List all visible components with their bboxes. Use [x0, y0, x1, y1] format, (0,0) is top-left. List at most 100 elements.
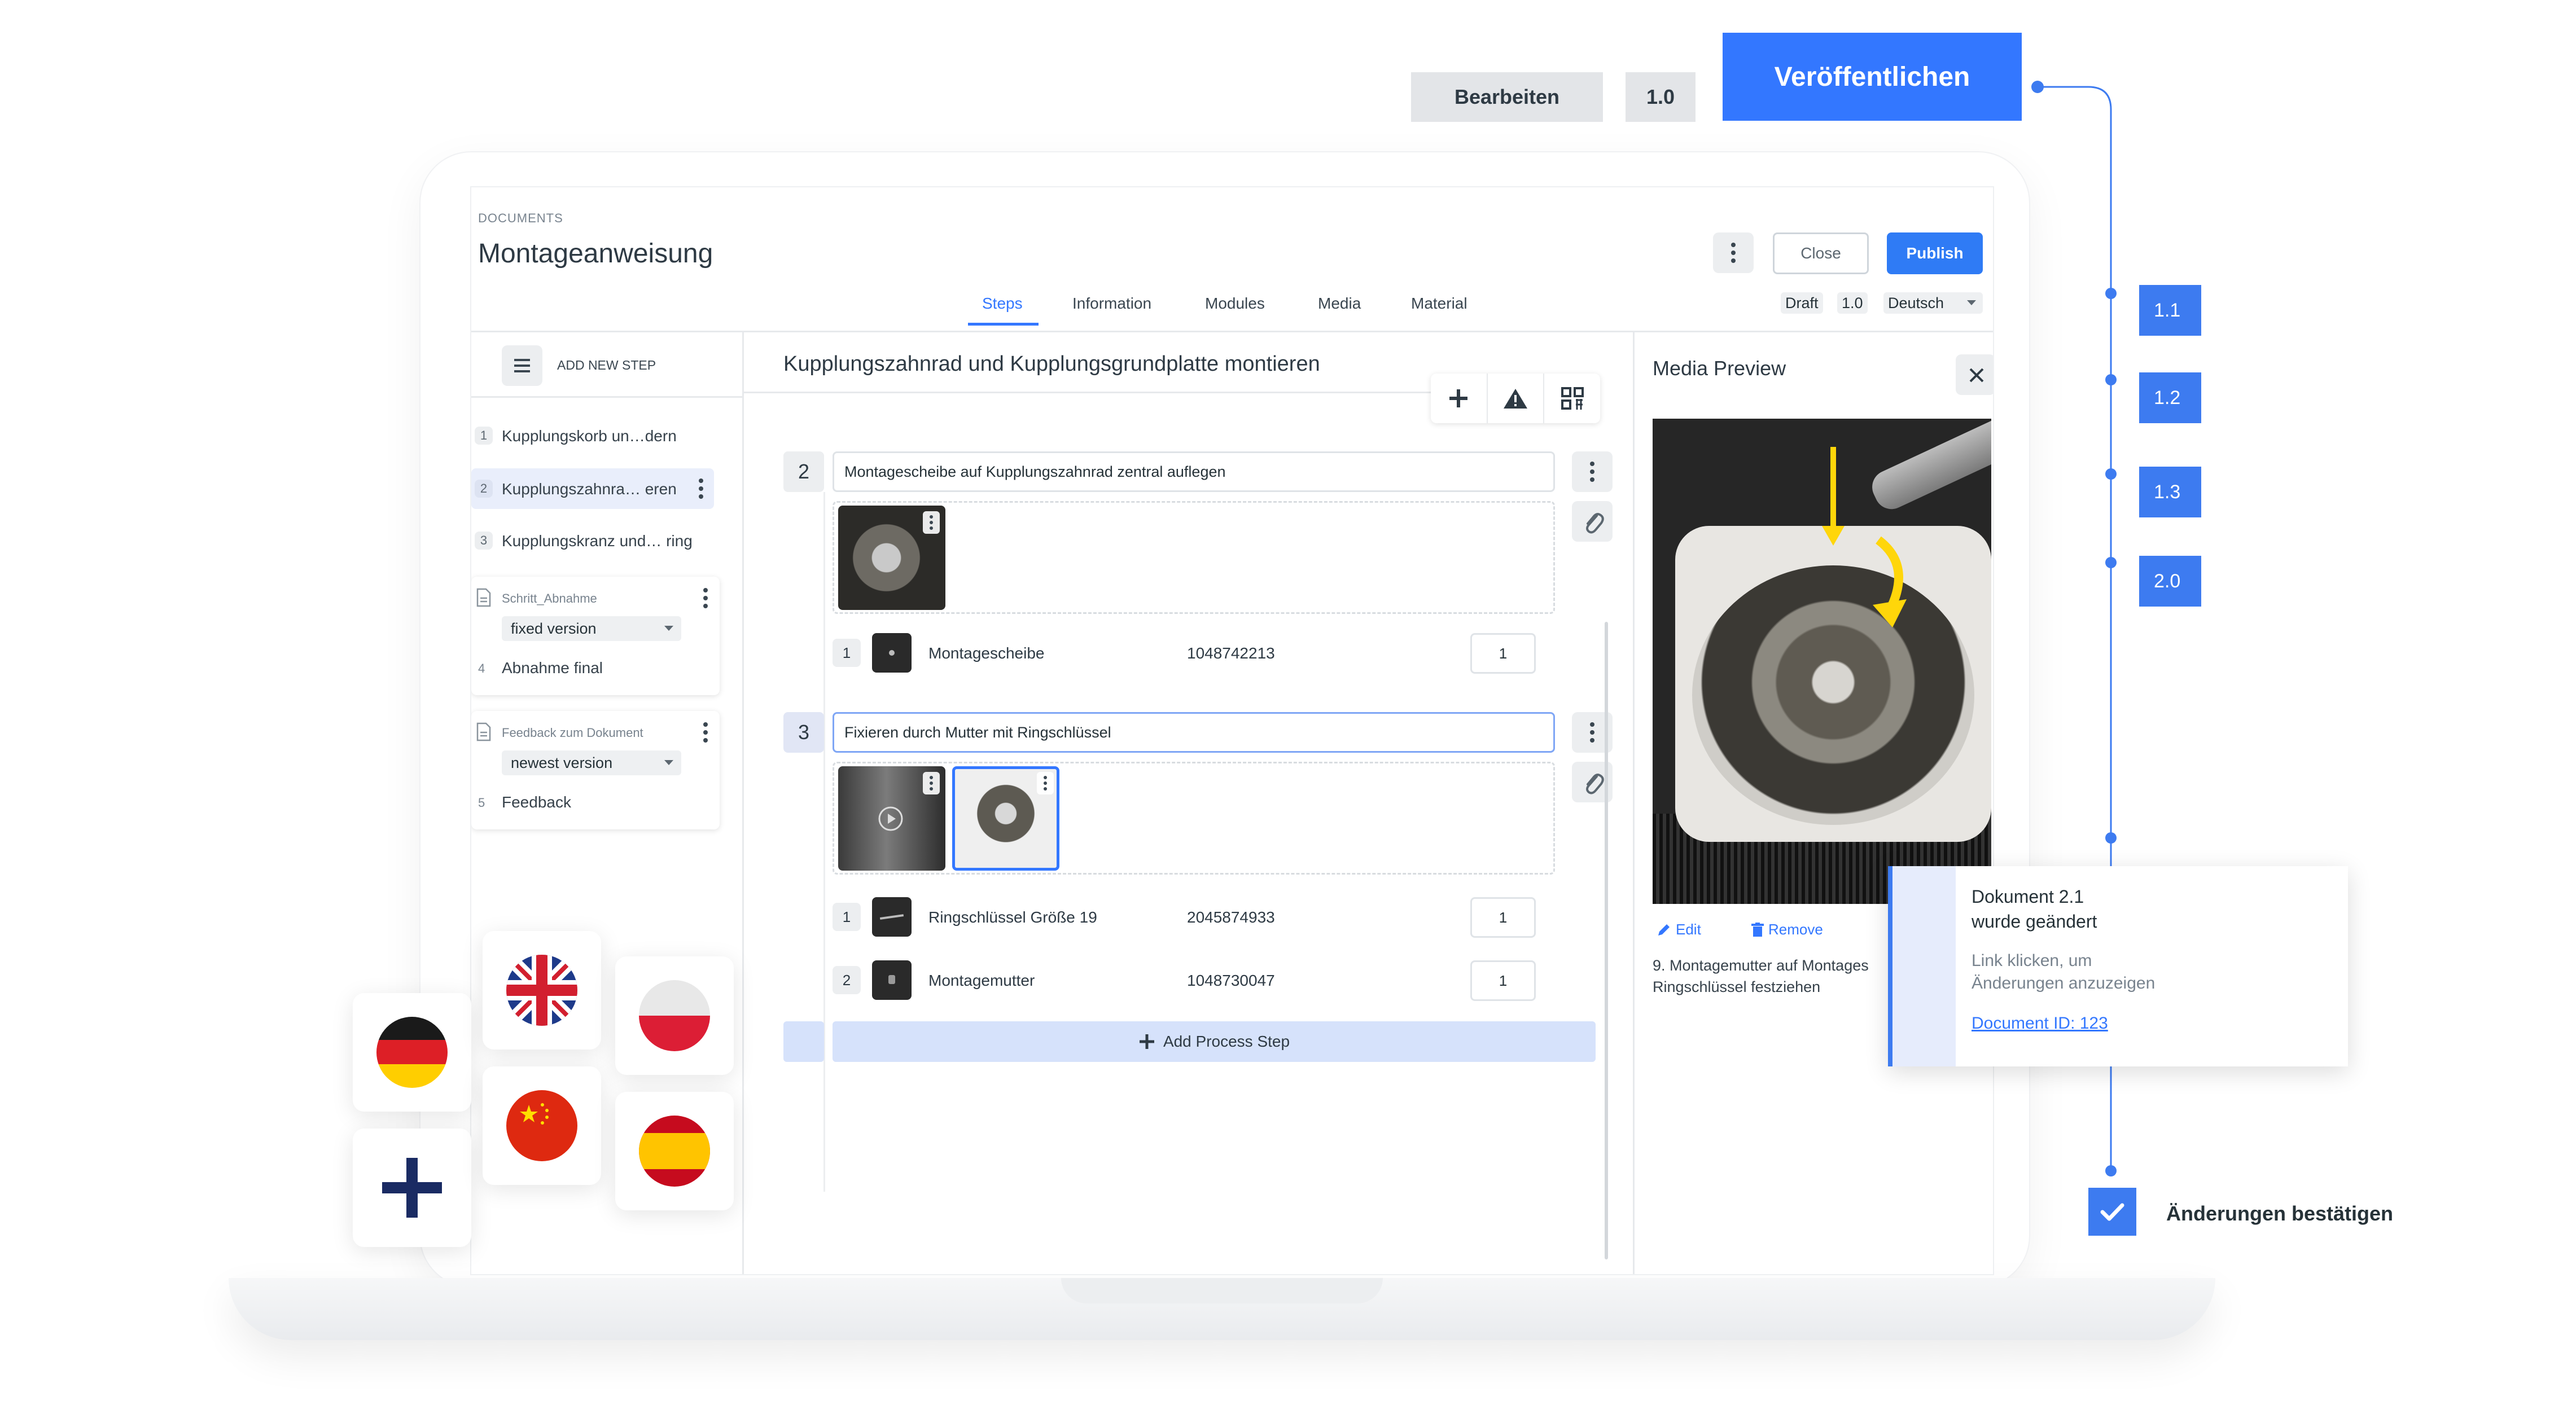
sidebar-top-divider — [471, 396, 742, 398]
media-panel-divider — [1633, 331, 1635, 1274]
sidebar-step-1[interactable]: 1 Kupplungskorb un…dern — [471, 419, 737, 453]
media-thumbnail-selected[interactable] — [952, 766, 1059, 871]
module-2-version-select[interactable]: newest version — [502, 750, 681, 775]
material-row[interactable]: 2 Montagemutter 1048730047 1 — [833, 949, 1555, 1006]
process-step-number: 3 — [783, 712, 824, 753]
arrow-overlay — [1822, 447, 1907, 627]
add-process-step-button[interactable]: Add Process Step — [833, 1021, 1596, 1062]
polish-flag-icon — [639, 980, 710, 1051]
step-title: Kupplungszahnrad und Kupplungsgrundplatt… — [783, 352, 1320, 376]
tab-steps[interactable]: Steps — [982, 295, 1023, 313]
steps-connector — [823, 492, 825, 1192]
process-step-number: 2 — [783, 451, 824, 492]
tab-material[interactable]: Material — [1411, 295, 1467, 313]
add-language-button[interactable] — [353, 1129, 471, 1247]
confirm-checkbox[interactable] — [2088, 1188, 2136, 1236]
breadcrumb[interactable]: DOCUMENTS — [478, 211, 563, 226]
version-2-0[interactable]: 2.0 — [2139, 556, 2201, 607]
quantity-input[interactable]: 1 — [1470, 633, 1536, 674]
header-divider — [471, 331, 1993, 332]
media-thumbnail[interactable] — [838, 506, 945, 610]
preview-image — [1653, 419, 1991, 904]
qr-code-icon[interactable] — [1544, 374, 1600, 423]
module-card-2[interactable]: Feedback zum Dokument newest version 5 F… — [471, 711, 720, 829]
pencil-icon — [1658, 924, 1670, 936]
close-preview-button[interactable] — [1956, 354, 1993, 395]
plus-icon — [1139, 1034, 1154, 1049]
version-1-1[interactable]: 1.1 — [2139, 285, 2201, 336]
check-icon — [2100, 1203, 2124, 1221]
header-more-button[interactable] — [1713, 232, 1754, 273]
confirm-changes-label[interactable]: Änderungen bestätigen — [2166, 1202, 2393, 1226]
flag-card-german[interactable] — [353, 993, 471, 1112]
flag-card-chinese[interactable] — [483, 1066, 601, 1185]
remove-media-link[interactable]: Remove — [1751, 921, 1823, 938]
edit-button-label: Bearbeiten — [1454, 85, 1560, 108]
close-icon — [1969, 368, 1984, 383]
play-icon — [878, 806, 903, 831]
tab-media[interactable]: Media — [1318, 295, 1361, 313]
spanish-flag-icon — [639, 1116, 710, 1187]
status-version: 1.0 — [1837, 292, 1868, 314]
process-step-text-field[interactable]: Fixieren durch Mutter mit Ringschlüssel — [833, 712, 1555, 753]
sidebar-divider — [742, 331, 744, 1274]
module-1-more-icon[interactable] — [697, 586, 714, 611]
material-row[interactable]: 1 Ringschlüssel Größe 19 2045874933 1 — [833, 886, 1555, 942]
version-1-2[interactable]: 1.2 — [2139, 372, 2201, 423]
publish-big-button[interactable]: Veröffentlichen — [1723, 33, 2022, 121]
notification-accent-bar — [1888, 866, 1956, 1066]
step-2-more-icon[interactable] — [693, 476, 709, 501]
change-notification[interactable]: Dokument 2.1 wurde geändert Link klicken… — [1888, 866, 2348, 1066]
notification-hint: Link klicken, um Änderungen anzuzeigen — [1972, 951, 2156, 993]
edit-media-link[interactable]: Edit — [1657, 921, 1701, 938]
material-image — [872, 897, 912, 937]
version-1-3[interactable]: 1.3 — [2139, 467, 2201, 517]
module-2-more-icon[interactable] — [697, 720, 714, 745]
module-card-1[interactable]: Schritt_Abnahme fixed version 4 Abnahme … — [471, 577, 720, 695]
quantity-input[interactable]: 1 — [1470, 960, 1536, 1001]
material-row[interactable]: 1 Montagescheibe 1048742213 1 — [833, 622, 1555, 678]
trash-icon — [1751, 922, 1764, 937]
editor-toolbar — [1431, 374, 1600, 423]
document-icon — [476, 588, 491, 607]
tab-modules[interactable]: Modules — [1205, 295, 1265, 313]
media-caption: 9. Montagemutter auf Montages Ringschlüs… — [1653, 957, 1869, 995]
laptop-notch — [1061, 1278, 1383, 1303]
warning-icon[interactable] — [1488, 374, 1545, 423]
add-process-step-spacer — [783, 1021, 824, 1062]
sidebar-step-3[interactable]: 3 Kupplungskranz und… ring — [471, 524, 737, 557]
tab-steps-underline — [968, 323, 1039, 326]
paperclip-icon — [1586, 513, 1604, 534]
chevron-down-icon — [1967, 300, 1976, 305]
german-flag-icon — [376, 1017, 448, 1088]
flag-card-polish[interactable] — [615, 956, 734, 1075]
tab-information[interactable]: Information — [1072, 295, 1151, 313]
sidebar-step-2[interactable]: 2 Kupplungszahnra… eren — [471, 468, 714, 509]
document-link[interactable]: Document ID: 123 — [1972, 1014, 2108, 1033]
publish-button[interactable]: Publish — [1887, 232, 1983, 274]
flag-card-spanish[interactable] — [615, 1092, 734, 1210]
plus-icon — [382, 1158, 442, 1218]
editor-scrollbar[interactable] — [1605, 622, 1608, 1259]
thumbnail-more-icon[interactable] — [923, 511, 940, 534]
thumbnail-more-icon[interactable] — [1037, 772, 1054, 794]
thumbnail-more-icon[interactable] — [923, 772, 940, 794]
add-step-icon-button[interactable] — [502, 345, 542, 386]
flag-card-english[interactable] — [483, 931, 601, 1050]
list-icon — [514, 359, 530, 372]
video-thumbnail[interactable] — [838, 766, 945, 871]
document-icon — [476, 722, 491, 741]
process-step-more-button[interactable] — [1572, 451, 1613, 492]
quantity-input[interactable]: 1 — [1470, 897, 1536, 938]
process-step-text-field[interactable]: Montagescheibe auf Kupplungszahnrad zent… — [833, 451, 1555, 492]
edit-button[interactable]: Bearbeiten — [1411, 72, 1603, 122]
close-button[interactable]: Close — [1773, 232, 1869, 274]
attach-button[interactable] — [1572, 501, 1613, 542]
page-title: Montageanweisung — [478, 239, 713, 269]
add-icon[interactable] — [1431, 374, 1488, 423]
version-badge: 1.0 — [1626, 72, 1696, 122]
add-new-step-link[interactable]: ADD NEW STEP — [557, 358, 656, 373]
chevron-down-icon — [664, 626, 673, 631]
language-select[interactable]: Deutsch — [1883, 292, 1983, 314]
module-1-version-select[interactable]: fixed version — [502, 616, 681, 641]
